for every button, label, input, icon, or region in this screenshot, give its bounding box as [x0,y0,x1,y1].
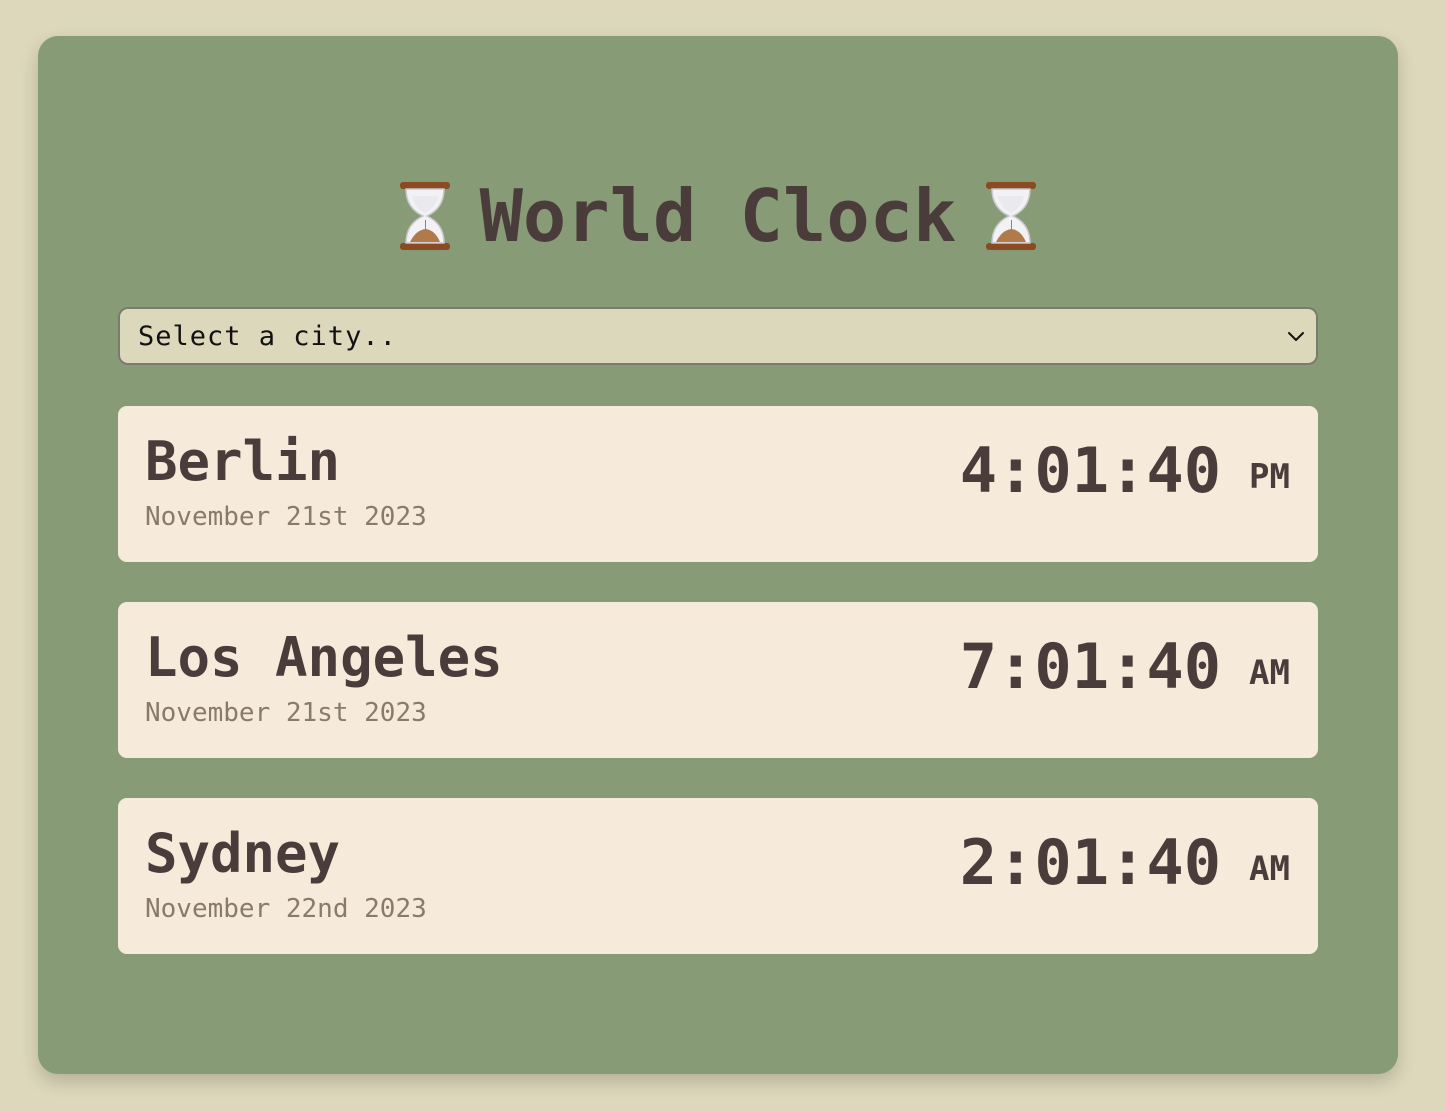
world-clock-card: World Clock Select a city.. Berlin Novem… [38,36,1398,1074]
chevron-down-icon [1288,332,1304,341]
city-card-berlin: Berlin November 21st 2023 4:01:40 PM [118,406,1318,562]
city-card-los-angeles: Los Angeles November 21st 2023 7:01:40 AM [118,602,1318,758]
city-date: November 21st 2023 [145,698,427,728]
hourglass-icon [986,182,1037,250]
time-ampm: AM [1249,849,1290,889]
city-name: Los Angeles [145,626,503,689]
city-date: November 21st 2023 [145,502,427,532]
time-ampm: AM [1249,653,1290,693]
page-title: World Clock [38,176,1398,256]
time-value: 2:01:40 [959,826,1222,899]
city-select-value: Select a city.. [138,320,397,352]
city-name: Berlin [145,430,341,493]
city-date: November 22nd 2023 [145,894,427,924]
page-title-text: World Clock [479,174,957,258]
city-time: 7:01:40 AM [960,632,1290,702]
city-card-sydney: Sydney November 22nd 2023 2:01:40 AM [118,798,1318,954]
city-time: 2:01:40 AM [960,828,1290,898]
hourglass-icon [399,182,450,250]
city-name: Sydney [145,822,341,885]
time-value: 4:01:40 [959,434,1222,507]
city-time: 4:01:40 PM [960,436,1290,506]
city-select[interactable]: Select a city.. [118,307,1318,365]
time-ampm: PM [1249,457,1290,497]
time-value: 7:01:40 [959,630,1222,703]
